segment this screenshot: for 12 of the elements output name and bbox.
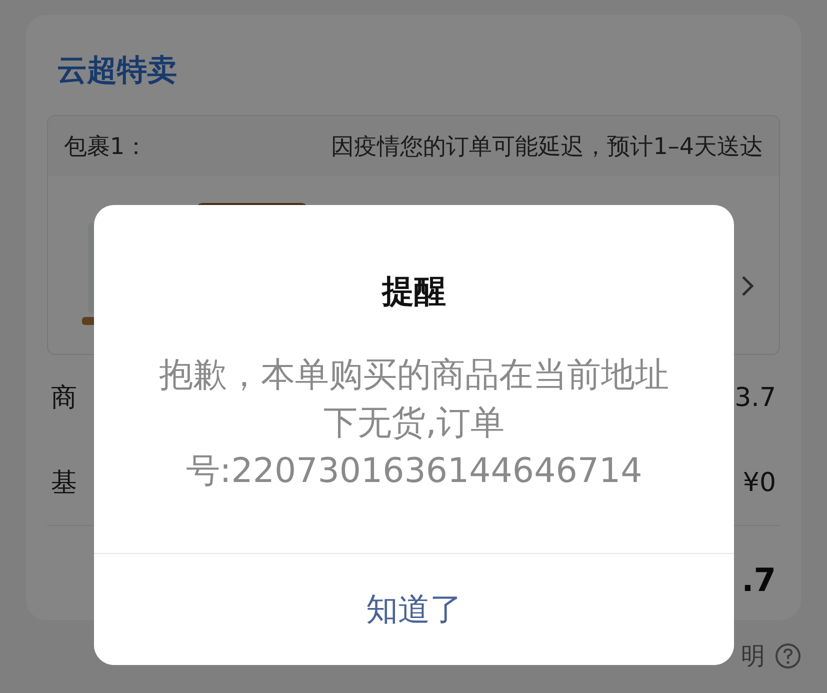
- row-value: ¥0: [742, 468, 776, 498]
- dialog-message: 抱歉，本单购买的商品在当前地址下无货,订单号:2207301636144646714: [158, 354, 670, 493]
- acknowledge-button[interactable]: 知道了: [94, 553, 734, 665]
- dialog-title: 提醒: [382, 271, 446, 311]
- delivery-notice: 因疫情您的订单可能延迟，预计1–4天送达: [331, 132, 763, 162]
- discount-info-link[interactable]: 明: [741, 640, 765, 672]
- row-value: 3.7: [734, 382, 776, 412]
- package-label: 包裹1：: [64, 132, 148, 162]
- store-title: 云超特卖: [57, 52, 177, 89]
- total-amount: .7: [742, 561, 776, 599]
- row-label: 商: [51, 382, 77, 415]
- row-label: 基: [51, 467, 77, 500]
